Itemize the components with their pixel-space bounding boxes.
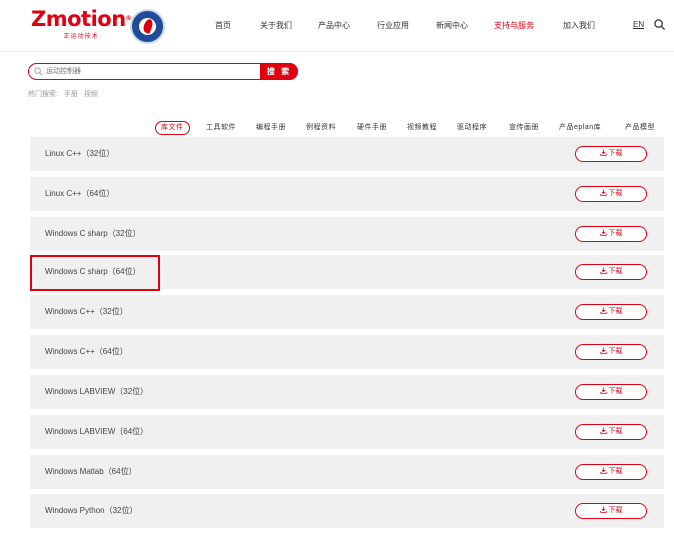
file-row: Windows C++（64位） 下载 <box>30 335 664 369</box>
nav-item[interactable]: 行业应用 <box>377 20 409 31</box>
tab-0[interactable]: 库文件 <box>155 121 190 135</box>
file-name: Linux C++（32位） <box>45 149 115 158</box>
file-row: Windows LABVIEW（64位） 下载 <box>30 415 664 449</box>
download-button[interactable]: 下载 <box>575 464 647 480</box>
download-icon <box>599 307 607 314</box>
download-button[interactable]: 下载 <box>575 344 647 360</box>
file-row: Windows C sharp（32位） 下载 <box>30 217 664 251</box>
download-button[interactable]: 下载 <box>575 503 647 519</box>
download-icon <box>599 427 607 434</box>
download-button[interactable]: 下载 <box>575 186 647 202</box>
download-button[interactable]: 下载 <box>575 304 647 320</box>
download-label: 下载 <box>608 308 623 315</box>
category-tabs: 库文件 工具软件 编程手册 例程资料 硬件手册 视频教程 驱动程序 宣传画册 产品eplan库 产… <box>0 121 674 136</box>
file-row: Linux C++（32位） 下载 <box>30 137 664 171</box>
hot-searches-label: 热门搜索: <box>28 91 58 98</box>
tab-1[interactable]: 工具软件 <box>206 122 236 134</box>
download-icon <box>599 149 607 156</box>
hot-searches: 热门搜索: 手册 视频 <box>28 89 102 99</box>
download-icon <box>599 347 607 354</box>
nav-item[interactable]: 首页 <box>215 20 231 31</box>
download-icon <box>599 189 607 196</box>
tab-5[interactable]: 视频教程 <box>407 122 437 134</box>
file-name: Windows C++（64位） <box>45 347 128 356</box>
file-row: Windows LABVIEW（32位） 下载 <box>30 375 664 409</box>
nav-item[interactable]: 支持与服务 <box>494 20 534 31</box>
download-label: 下载 <box>608 230 623 237</box>
hot-search-term[interactable]: 视频 <box>84 91 98 98</box>
download-button[interactable]: 下载 <box>575 264 647 280</box>
download-icon <box>599 506 607 513</box>
tab-2[interactable]: 编程手册 <box>256 122 286 134</box>
file-name: Windows C++（32位） <box>45 307 128 316</box>
search-icon[interactable] <box>654 19 665 30</box>
tab-4[interactable]: 硬件手册 <box>357 122 387 134</box>
download-label: 下载 <box>608 468 623 475</box>
download-label: 下载 <box>608 190 623 197</box>
hot-search-term[interactable]: 手册 <box>64 91 78 98</box>
download-label: 下载 <box>608 150 623 157</box>
search-input[interactable] <box>46 64 286 79</box>
tab-6[interactable]: 驱动程序 <box>457 122 487 134</box>
file-row: Windows Matlab（64位） 下载 <box>30 455 664 489</box>
download-label: 下载 <box>608 507 623 514</box>
tab-8[interactable]: 产品eplan库 <box>559 122 601 134</box>
language-switch[interactable]: EN <box>633 20 644 29</box>
file-name: Windows Matlab（64位） <box>45 467 137 476</box>
tab-9[interactable]: 产品模型 <box>625 122 655 134</box>
file-name: Windows Python（32位） <box>45 506 138 515</box>
download-button[interactable]: 下载 <box>575 146 647 162</box>
site-header: Zmotion® 正运动技术 首页 关于我们 产品中心 行业应用 新闻中心 支持与服务 加入… <box>0 0 674 52</box>
selection-highlight <box>30 255 160 291</box>
download-icon <box>599 387 607 394</box>
download-icon <box>599 267 607 274</box>
tab-7[interactable]: 宣传画册 <box>509 122 539 134</box>
nav-item[interactable]: 新闻中心 <box>436 20 468 31</box>
nav-item[interactable]: 加入我们 <box>563 20 595 31</box>
file-row: Windows Python（32位） 下载 <box>30 494 664 528</box>
download-label: 下载 <box>608 348 623 355</box>
nav-item[interactable]: 产品中心 <box>318 20 350 31</box>
tab-3[interactable]: 例程资料 <box>306 122 336 134</box>
main-nav: 首页 关于我们 产品中心 行业应用 新闻中心 支持与服务 加入我们 <box>0 20 674 34</box>
download-icon <box>599 229 607 236</box>
download-button[interactable]: 下载 <box>575 226 647 242</box>
search-field-icon <box>34 67 43 76</box>
download-button[interactable]: 下载 <box>575 424 647 440</box>
download-button[interactable]: 下载 <box>575 384 647 400</box>
search-bar <box>28 63 298 80</box>
download-icon <box>599 467 607 474</box>
file-name: Windows LABVIEW（64位） <box>45 427 149 436</box>
download-label: 下载 <box>608 388 623 395</box>
file-name: Linux C++（64位） <box>45 189 115 198</box>
file-row: Linux C++（64位） 下载 <box>30 177 664 211</box>
download-label: 下载 <box>608 428 623 435</box>
nav-item[interactable]: 关于我们 <box>260 20 292 31</box>
file-name: Windows C sharp（32位） <box>45 229 141 238</box>
search-button[interactable]: 搜 索 <box>260 63 298 80</box>
file-name: Windows LABVIEW（32位） <box>45 387 149 396</box>
file-row: Windows C++（32位） 下载 <box>30 295 664 329</box>
download-label: 下载 <box>608 268 623 275</box>
